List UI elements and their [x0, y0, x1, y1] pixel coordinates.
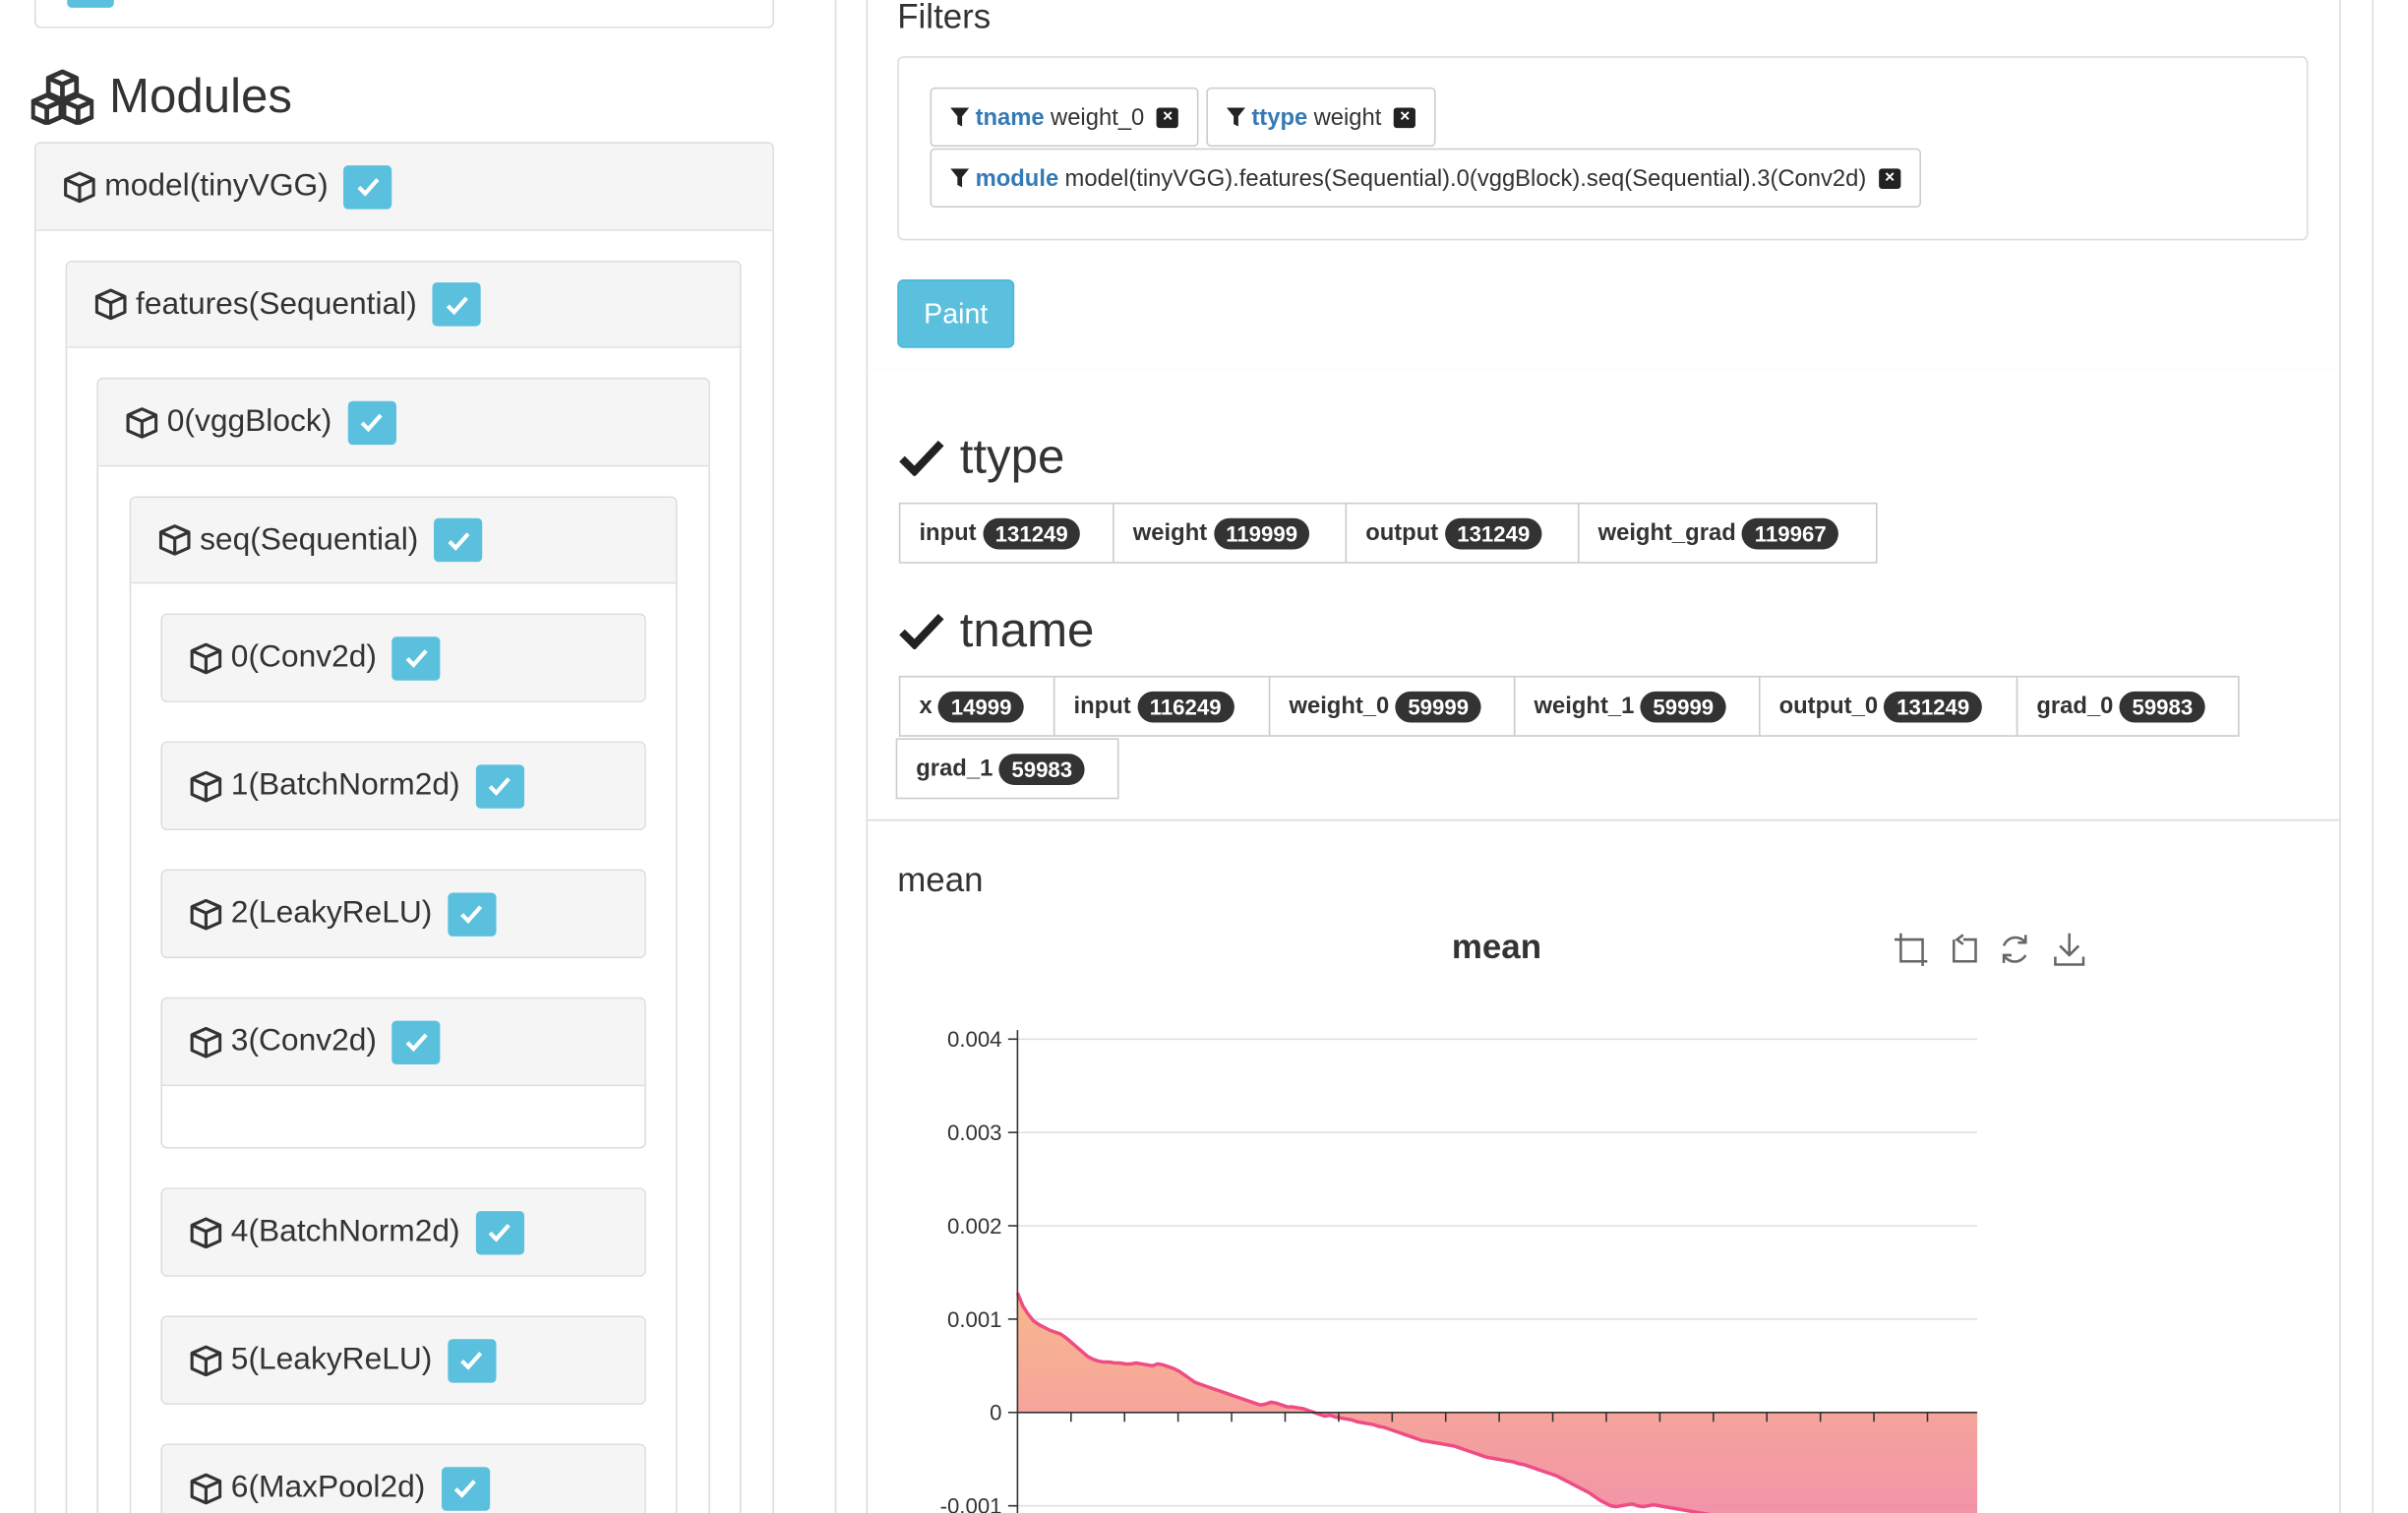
series-area — [1017, 1293, 1978, 1513]
chart-area-layer — [1015, 1292, 1978, 1513]
y-tick-label: -0.001 — [940, 1494, 1002, 1513]
download-icon[interactable] — [2054, 933, 2085, 966]
zoom-reset-icon[interactable] — [1953, 934, 1977, 963]
y-tick-label: 0.004 — [947, 1027, 1002, 1052]
y-tick-label: 0.003 — [947, 1120, 1002, 1145]
zoom-select-icon[interactable] — [1895, 933, 1928, 967]
y-tick-label: 0 — [990, 1401, 1001, 1425]
mean-chart: mean 0.004 0.003 0.002 0.001 0 -0.001 — [940, 928, 2085, 1513]
restore-icon[interactable] — [2002, 935, 2027, 963]
app-stage: Modules model(tinyVGG) features(Sequenti… — [0, 0, 2408, 1513]
chart-title: mean — [1452, 928, 1541, 966]
y-tick-label: 0.001 — [947, 1307, 1002, 1332]
y-tick-label: 0.002 — [947, 1214, 1002, 1239]
